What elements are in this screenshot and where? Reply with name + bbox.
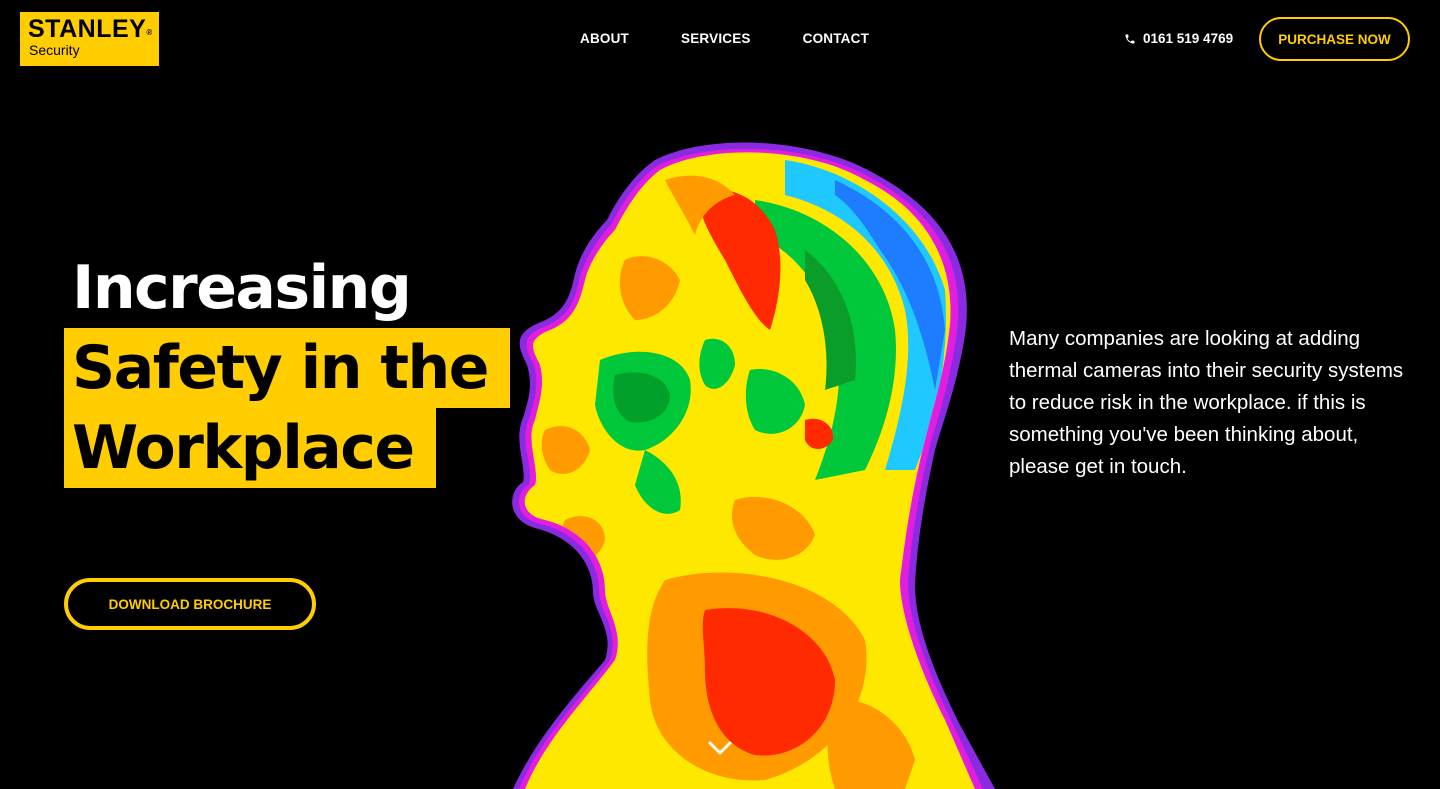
chevron-down-icon[interactable] bbox=[708, 740, 732, 756]
logo-subtitle: Security bbox=[29, 42, 80, 58]
download-brochure-button[interactable]: DOWNLOAD BROCHURE bbox=[64, 578, 316, 630]
hero-description: Many companies are looking at adding the… bbox=[1009, 327, 1404, 478]
nav-contact[interactable]: CONTACT bbox=[803, 31, 869, 46]
headline-line-2: Safety in the bbox=[64, 328, 510, 408]
phone-icon bbox=[1125, 34, 1135, 43]
phone-link[interactable]: 0161 519 4769 bbox=[1124, 31, 1233, 46]
logo-brand-name: STANLEY® bbox=[28, 15, 153, 43]
nav-services[interactable]: SERVICES bbox=[681, 31, 751, 46]
main-nav: ABOUT SERVICES CONTACT bbox=[580, 31, 921, 46]
phone-number: 0161 519 4769 bbox=[1143, 31, 1234, 46]
nav-about[interactable]: ABOUT bbox=[580, 31, 629, 46]
headline-line-1: Increasing bbox=[72, 253, 412, 323]
thermal-head-image bbox=[512, 142, 995, 789]
headline-line-3: Workplace bbox=[64, 408, 436, 488]
hero-headline: Increasing Safety in the Workplace bbox=[64, 248, 510, 488]
purchase-now-button[interactable]: PURCHASE NOW bbox=[1259, 17, 1410, 61]
stanley-security-logo[interactable]: STANLEY® Security bbox=[20, 12, 159, 66]
